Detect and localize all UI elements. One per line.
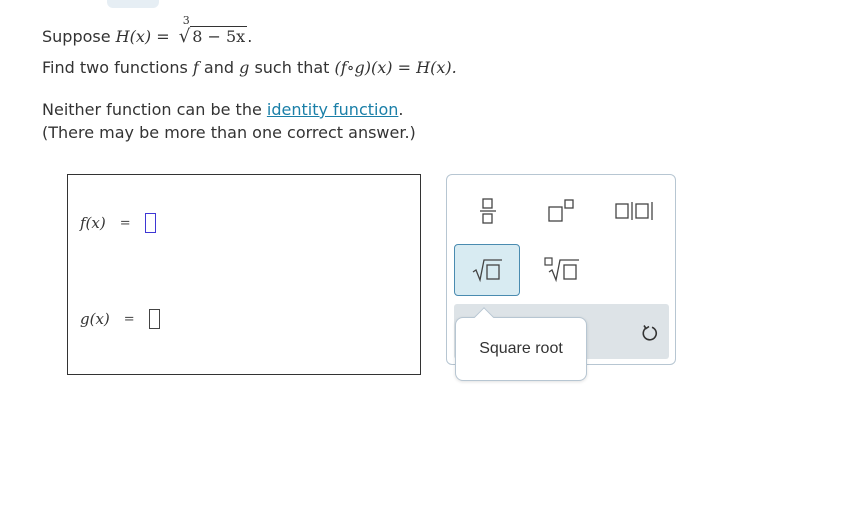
superscript-icon bbox=[548, 199, 574, 222]
undo-icon bbox=[642, 325, 658, 341]
hint-text: (There may be more than one correct answ… bbox=[42, 123, 416, 142]
f-equals: = bbox=[119, 215, 131, 231]
problem-statement: Suppose H(x) = 3 √ 8 − 5x . bbox=[42, 14, 253, 47]
composition-expression: (f∘g)(x) = H(x). bbox=[334, 58, 457, 77]
find-prefix: Find two functions bbox=[42, 58, 188, 77]
square-root-tooltip: Square root bbox=[455, 317, 587, 381]
f-name: f bbox=[192, 58, 199, 77]
undo-button[interactable] bbox=[639, 322, 661, 344]
g-answer-input[interactable] bbox=[148, 309, 160, 329]
root-index: 3 bbox=[182, 14, 190, 27]
fraction-icon bbox=[480, 198, 496, 224]
fraction-button[interactable] bbox=[455, 185, 521, 237]
g-equals: = bbox=[123, 311, 135, 327]
radicand: 8 − 5x bbox=[190, 26, 248, 46]
such-that: such that bbox=[254, 58, 330, 77]
equals-sign: = bbox=[156, 27, 170, 46]
and-word: and bbox=[203, 58, 235, 77]
cube-root-expression: 3 √ 8 − 5x bbox=[178, 14, 248, 47]
f-answer-input[interactable] bbox=[144, 213, 156, 233]
f-answer-row: f(x) = bbox=[80, 213, 156, 233]
absolute-value-icon bbox=[615, 202, 653, 220]
superscript-button[interactable] bbox=[529, 185, 595, 237]
suppose-word: Suppose bbox=[42, 27, 111, 46]
g-label: g(x) bbox=[80, 310, 110, 328]
answer-box: f(x) = g(x) = bbox=[67, 174, 421, 375]
nth-root-button[interactable] bbox=[529, 244, 595, 296]
function-H: H bbox=[115, 27, 130, 46]
note-period: . bbox=[398, 100, 404, 119]
top-tab-decoration bbox=[107, 0, 159, 8]
note-prefix: Neither function can be the bbox=[42, 100, 262, 119]
square-root-icon bbox=[472, 259, 502, 283]
constraint-note: Neither function can be the identity fun… bbox=[42, 100, 403, 119]
g-answer-row: g(x) = bbox=[80, 309, 160, 329]
identity-function-link[interactable]: identity function bbox=[267, 100, 399, 119]
absolute-value-button[interactable] bbox=[603, 185, 669, 237]
function-argument: (x) bbox=[129, 27, 152, 46]
task-statement: Find two functions f and g such that (f∘… bbox=[42, 58, 457, 77]
square-root-button[interactable] bbox=[454, 244, 520, 296]
nth-root-icon bbox=[544, 257, 579, 283]
g-name: g bbox=[239, 58, 250, 77]
f-label: f(x) bbox=[80, 214, 106, 232]
statement-period: . bbox=[247, 27, 253, 46]
